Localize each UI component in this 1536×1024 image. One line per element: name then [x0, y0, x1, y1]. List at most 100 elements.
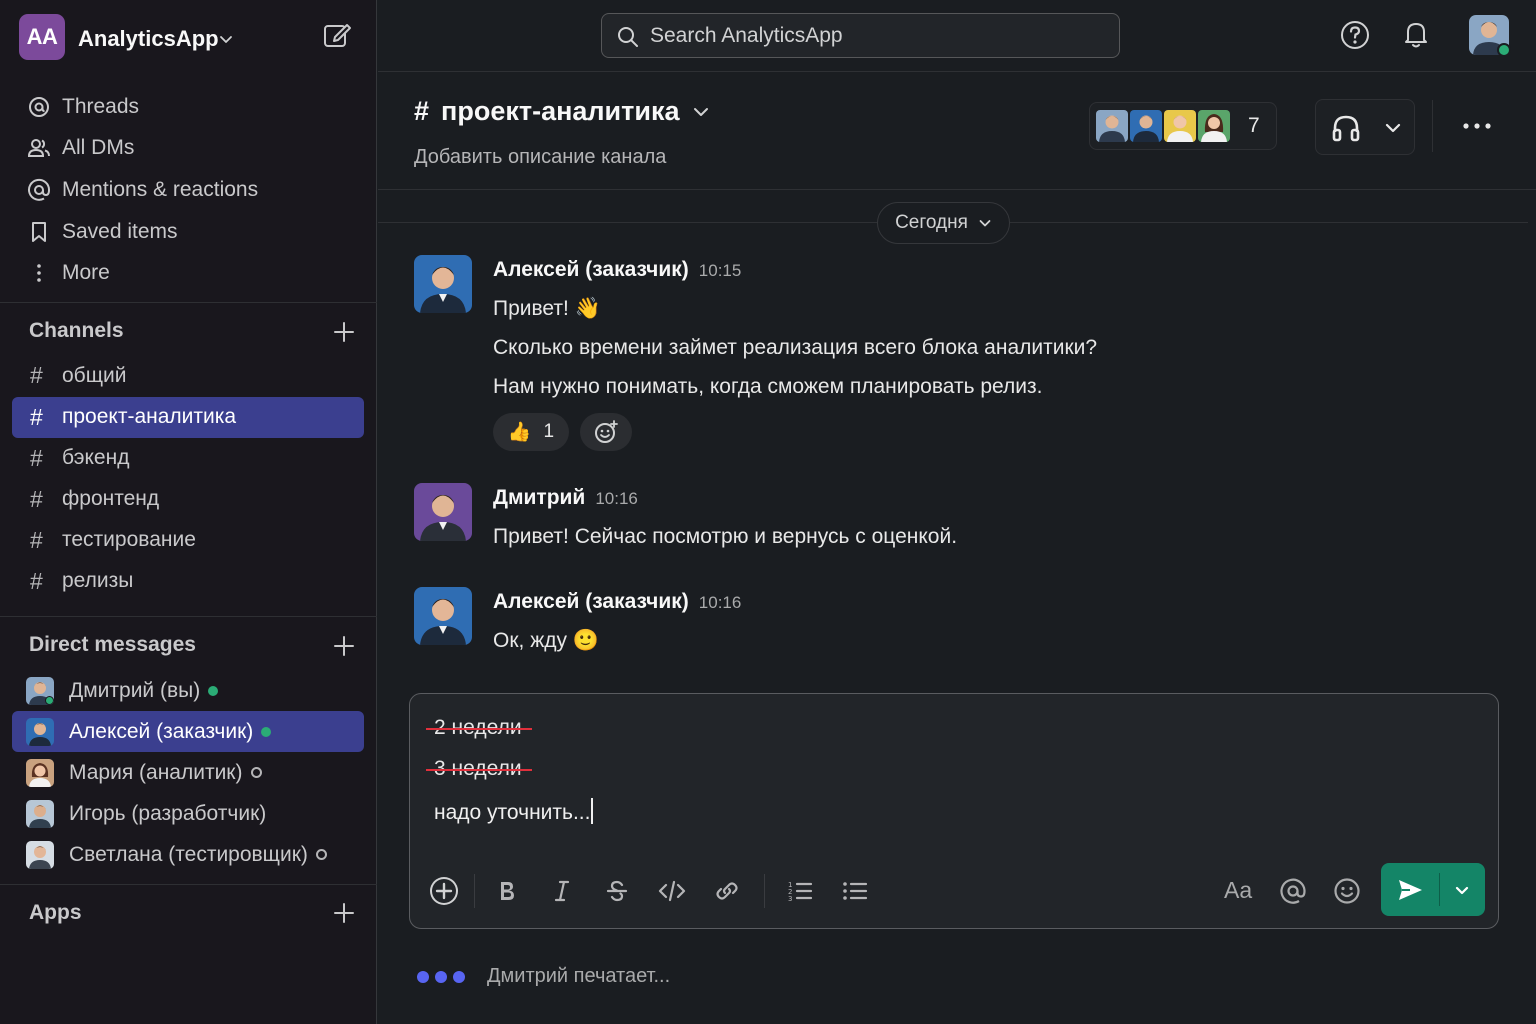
smiley-icon	[1334, 878, 1360, 904]
thumbs-up-emoji: 👍	[507, 422, 532, 443]
struck-text[interactable]: 3 недели	[426, 757, 532, 781]
channel-item[interactable]: # общий	[12, 355, 364, 396]
nav-item-mentions[interactable]: Mentions & reactions	[12, 169, 364, 211]
add-reaction-button[interactable]	[580, 413, 632, 451]
add-app-icon[interactable]	[332, 901, 356, 925]
help-icon[interactable]	[1339, 19, 1371, 51]
compose-icon[interactable]	[322, 20, 352, 50]
avatar	[1094, 108, 1130, 144]
nav-label: More	[62, 261, 110, 285]
avatar[interactable]	[414, 255, 472, 313]
add-dm-icon[interactable]	[332, 634, 356, 658]
toolbar-divider	[764, 874, 765, 908]
nav-item-saved[interactable]: Saved items	[12, 211, 364, 253]
status-away	[250, 767, 262, 778]
avatar	[26, 840, 54, 869]
header-divider	[1432, 100, 1433, 152]
channels-heading[interactable]: Channels	[29, 319, 124, 343]
search-placeholder: Search AnalyticsApp	[650, 24, 843, 47]
channel-name: бэкенд	[62, 446, 130, 470]
strikethrough-icon	[606, 880, 628, 902]
timestamp[interactable]: 10:15	[699, 261, 742, 280]
nav-label: Saved items	[62, 219, 178, 243]
channel-item[interactable]: # релизы	[12, 561, 364, 602]
timestamp[interactable]: 10:16	[595, 489, 638, 508]
status-online	[208, 685, 219, 696]
members-button[interactable]: 7	[1089, 102, 1277, 150]
apps-heading[interactable]: Apps	[29, 901, 82, 925]
link-button[interactable]	[710, 874, 744, 908]
channel-title[interactable]: # проект-аналитика	[414, 96, 710, 127]
composer-input[interactable]: надо уточнить...	[434, 798, 594, 825]
formatting-toggle[interactable]: Aa	[1224, 877, 1252, 904]
message-text: Привет! 👋	[493, 297, 601, 320]
typing-text: Дмитрий печатает...	[487, 965, 671, 987]
timestamp[interactable]: 10:16	[699, 593, 742, 612]
hash-icon: #	[30, 526, 43, 553]
add-channel-icon[interactable]	[332, 320, 356, 344]
channel-name: релизы	[62, 569, 134, 593]
search-input[interactable]: Search AnalyticsApp	[601, 13, 1120, 58]
threads-icon	[26, 94, 52, 120]
send-button[interactable]	[1381, 863, 1485, 916]
bulleted-list-button[interactable]	[838, 874, 872, 908]
struck-text[interactable]: 2 недели	[426, 716, 532, 740]
emoji-button[interactable]	[1330, 874, 1364, 908]
dm-item[interactable]: Дмитрий (вы)	[12, 670, 364, 711]
nav-item-more[interactable]: More	[12, 252, 364, 294]
bold-button[interactable]	[490, 874, 524, 908]
bell-icon[interactable]	[1400, 18, 1432, 50]
channel-description[interactable]: Добавить описание канала	[414, 146, 666, 169]
attach-button[interactable]	[427, 874, 461, 908]
nav-item-all-dms[interactable]: All DMs	[12, 128, 364, 170]
nav-item-threads[interactable]: Threads	[12, 86, 364, 128]
strikethrough-mark	[426, 728, 532, 731]
typing-dot	[417, 970, 429, 983]
sidebar-nav: Threads All DMs Mentions & reactions Sav…	[12, 86, 364, 294]
huddle-button[interactable]	[1315, 99, 1415, 155]
author-name[interactable]: Алексей (заказчик)	[493, 590, 689, 613]
strikethrough-button[interactable]	[600, 874, 634, 908]
avatar	[26, 676, 54, 705]
channel-item[interactable]: # фронтенд	[12, 479, 364, 520]
workspace-name[interactable]: AnalyticsApp	[78, 26, 219, 52]
italic-button[interactable]	[545, 874, 579, 908]
message-composer[interactable]: 2 недели 3 недели надо уточнить... 123 A…	[409, 693, 1499, 929]
chevron-down-icon[interactable]	[1453, 881, 1471, 899]
dms-heading[interactable]: Direct messages	[29, 633, 196, 657]
message-text: Ок, жду 🙂	[493, 629, 599, 652]
channel-item[interactable]: # бэкенд	[12, 438, 364, 479]
channel-item[interactable]: # тестирование	[12, 520, 364, 561]
people-icon	[26, 135, 52, 161]
chevron-down-icon[interactable]	[218, 31, 234, 47]
hash-icon: #	[414, 96, 430, 126]
nav-label: Threads	[62, 94, 140, 118]
dm-item[interactable]: Светлана (тестировщик)	[12, 834, 364, 875]
sidebar-divider	[0, 302, 377, 303]
code-button[interactable]	[655, 874, 689, 908]
at-icon	[1280, 878, 1306, 904]
status-online	[1497, 43, 1511, 57]
author-name[interactable]: Дмитрий	[493, 486, 585, 509]
mention-button[interactable]	[1276, 874, 1310, 908]
toolbar-divider	[474, 874, 475, 908]
author-name[interactable]: Алексей (заказчик)	[493, 258, 689, 281]
date-divider[interactable]: Сегодня	[877, 202, 1010, 244]
more-options-icon[interactable]	[1458, 112, 1496, 140]
dm-item[interactable]: Игорь (разработчик)	[12, 793, 364, 834]
date-label: Сегодня	[895, 212, 968, 233]
workspace-header[interactable]: AA AnalyticsApp	[0, 0, 377, 78]
headphones-icon	[1332, 115, 1360, 142]
search-icon	[618, 27, 638, 47]
avatar[interactable]	[414, 483, 472, 541]
hash-icon: #	[30, 403, 43, 430]
numbered-list-button[interactable]: 123	[783, 874, 817, 908]
workspace-logo[interactable]: AA	[19, 14, 65, 60]
reaction-pill[interactable]: 👍 1	[493, 413, 569, 451]
dm-item-active[interactable]: Алексей (заказчик)	[12, 711, 364, 752]
channel-item-active[interactable]: # проект-аналитика	[12, 396, 364, 438]
status-online	[261, 726, 272, 737]
channel-name: тестирование	[62, 528, 196, 552]
dm-item[interactable]: Мария (аналитик)	[12, 752, 364, 793]
avatar[interactable]	[414, 587, 472, 645]
